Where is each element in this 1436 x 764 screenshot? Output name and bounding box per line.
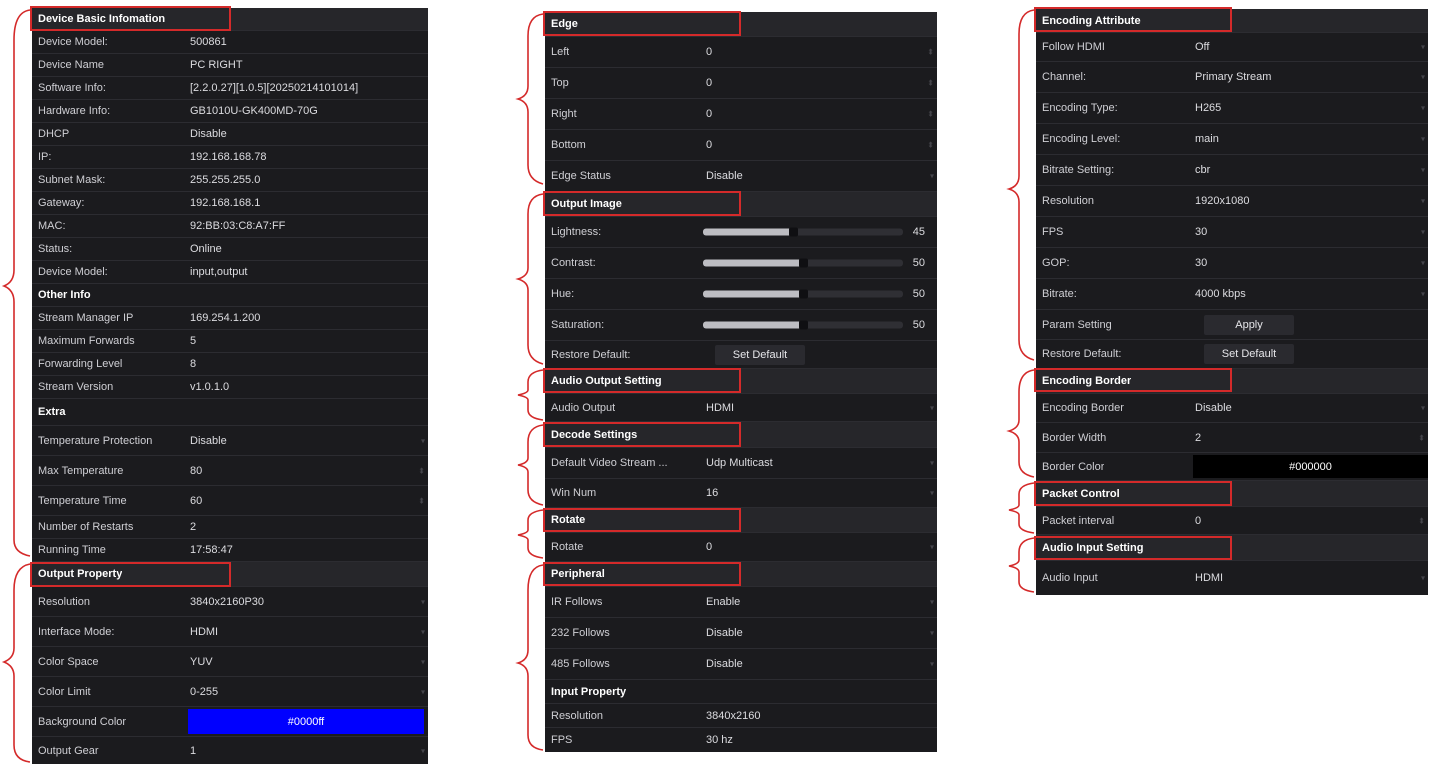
bracket [1, 9, 31, 557]
bracket [517, 509, 544, 559]
bracket [1006, 9, 1035, 361]
bracket [517, 424, 544, 506]
bracket [515, 13, 544, 185]
bracket [1008, 482, 1035, 534]
annotation-brackets [1, 9, 1035, 763]
bracket [1, 563, 31, 763]
bracket [515, 193, 544, 365]
bracket [517, 369, 544, 421]
bracket [515, 564, 544, 751]
bracket [1008, 537, 1035, 593]
bracket [1006, 369, 1035, 478]
